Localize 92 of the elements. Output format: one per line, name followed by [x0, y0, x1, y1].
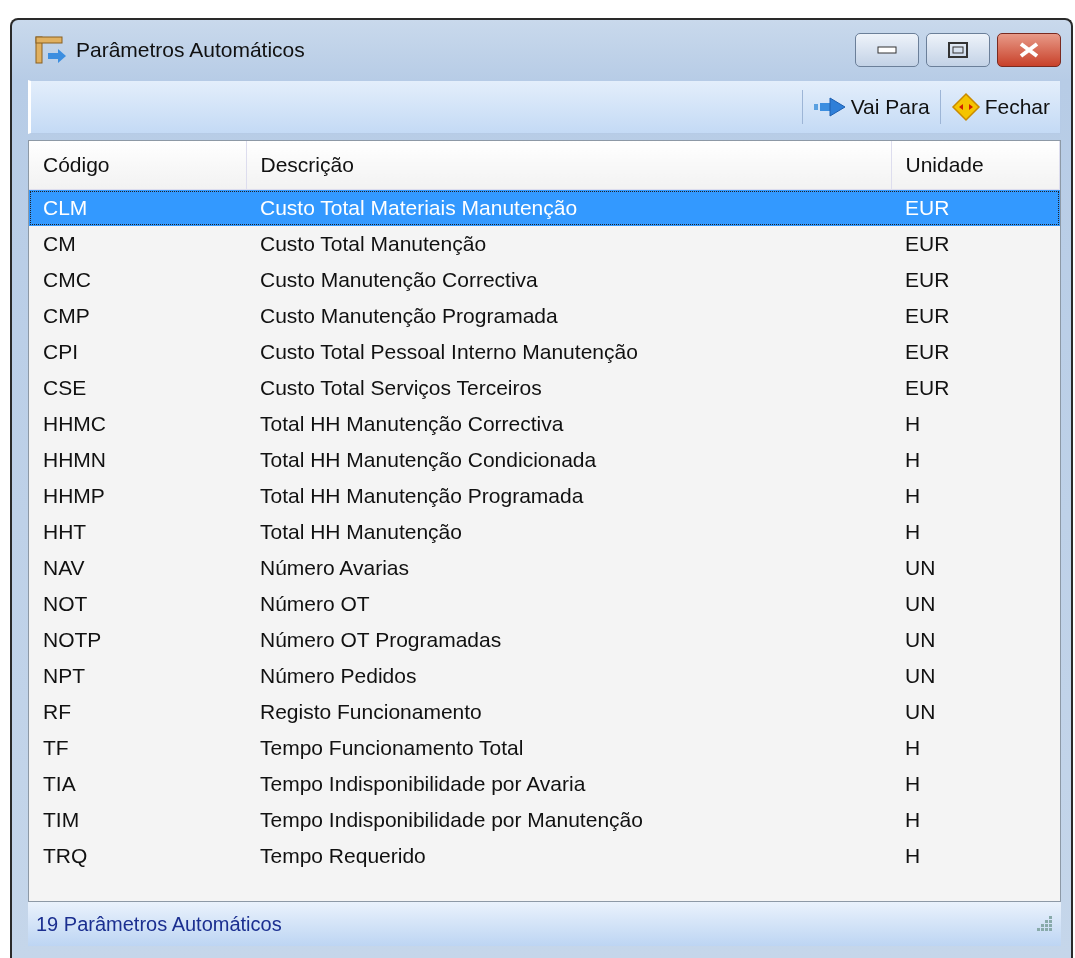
table-cell-text: Número OT Programadas — [259, 627, 503, 653]
window-title: Parâmetros Automáticos — [76, 38, 306, 62]
table-cell-text: Tempo Funcionamento Total — [259, 735, 525, 761]
minimize-button[interactable] — [855, 33, 919, 67]
table-cell-text: EUR — [904, 303, 951, 329]
close-icon — [1018, 42, 1040, 58]
table-cell-text: UN — [904, 591, 937, 617]
table-cell-text: Custo Total Pessoal Interno Manutenção — [259, 339, 639, 365]
table-cell-text: UN — [904, 663, 937, 689]
table-cell: Custo Total Materiais Manutenção — [246, 189, 891, 226]
table-cell-text: TF — [42, 735, 70, 761]
table-row[interactable]: HHT Total HH Manutenção H — [29, 514, 1060, 550]
table-row[interactable]: CPI Custo Total Pessoal Interno Manutenção EUR — [29, 334, 1060, 370]
table-row[interactable]: TIM Tempo Indisponibilidade por Manutenção H — [29, 802, 1060, 838]
table-cell-text: HHT — [42, 519, 88, 545]
table-cell-text: TIA — [42, 771, 77, 797]
table-cell-text: CPI — [42, 339, 79, 365]
table-row[interactable]: TRQ Tempo Requerido H — [29, 838, 1060, 874]
table-cell: EUR — [891, 189, 1060, 226]
table-cell-text: NOTP — [42, 627, 103, 653]
table-cell-text: UN — [904, 555, 937, 581]
table-row[interactable]: TF Tempo Funcionamento Total H — [29, 730, 1060, 766]
resize-grip-icon — [1037, 916, 1053, 932]
table-row[interactable]: NPT Número Pedidos UN — [29, 658, 1060, 694]
minimize-icon — [877, 46, 897, 54]
table-cell-text: CSE — [42, 375, 88, 401]
app-icon — [34, 35, 68, 65]
table-cell-text: EUR — [904, 267, 951, 293]
table-cell: EUR — [891, 226, 1060, 262]
table-cell-text: Tempo Indisponibilidade por Manutenção — [259, 807, 644, 833]
table-cell-text: H — [904, 411, 922, 437]
column-header[interactable]: Código — [29, 141, 246, 190]
status-text: 19 Parâmetros Automáticos — [36, 912, 282, 936]
table-row[interactable]: NOTP Número OT Programadas UN — [29, 622, 1060, 658]
diamond-icon — [950, 92, 981, 122]
table-cell-text: TRQ — [42, 843, 89, 869]
table-cell-text: UN — [904, 699, 937, 725]
table-cell-text: HHMP — [42, 483, 106, 509]
table-cell-text: Custo Manutenção Correctiva — [259, 267, 539, 293]
table-cell-text: Registo Funcionamento — [259, 699, 483, 725]
table-cell-text: H — [904, 735, 922, 761]
table-cell-text: Número OT — [259, 591, 371, 617]
maximize-button[interactable] — [926, 33, 990, 67]
table-cell-text: HHMC — [42, 411, 107, 437]
table-row[interactable]: CSE Custo Total Serviços Terceiros EUR — [29, 370, 1060, 406]
table-cell-text: H — [904, 483, 922, 509]
table-cell-text: Total HH Manutenção Programada — [259, 483, 585, 509]
table-cell: Custo Total Manutenção — [246, 226, 891, 262]
table-cell-text: Total HH Manutenção Correctiva — [259, 411, 565, 437]
close-button[interactable] — [997, 33, 1061, 67]
table-row[interactable]: CMC Custo Manutenção Correctiva EUR — [29, 262, 1060, 298]
table-cell-text: RF — [42, 699, 72, 725]
table-cell: CLM — [29, 189, 246, 226]
table-cell-text: Número Avarias — [259, 555, 410, 581]
table-cell-text: Total HH Manutenção — [259, 519, 463, 545]
table-cell-text: H — [904, 771, 922, 797]
table-cell-text: H — [904, 807, 922, 833]
table-cell-text: Custo Manutenção Programada — [259, 303, 559, 329]
table-cell-text: H — [904, 519, 922, 545]
table-row[interactable]: NOT Número OT UN — [29, 586, 1060, 622]
table-cell-text: Total HH Manutenção Condicionada — [259, 447, 598, 473]
table-cell-text: EUR — [904, 375, 951, 401]
column-header[interactable]: Unidade — [891, 141, 1060, 190]
close-button[interactable]: Fechar — [946, 90, 1054, 124]
table-row[interactable]: CM Custo Total Manutenção EUR — [29, 226, 1060, 262]
table-cell-text: EUR — [904, 339, 951, 365]
table-cell-text: NAV — [42, 555, 86, 581]
table-row[interactable]: NAV Número Avarias UN — [29, 550, 1060, 586]
table-row[interactable]: HHMC Total HH Manutenção Correctiva H — [29, 406, 1060, 442]
table-cell-text: TIM — [42, 807, 81, 833]
table-row[interactable]: CMP Custo Manutenção Programada EUR — [29, 298, 1060, 334]
table-cell: CM — [29, 226, 246, 262]
table-row[interactable]: HHMP Total HH Manutenção Programada H — [29, 478, 1060, 514]
maximize-icon — [948, 42, 968, 58]
table-row[interactable]: RF Registo Funcionamento UN — [29, 694, 1060, 730]
table-cell-text: NPT — [42, 663, 86, 689]
table-cell-text: UN — [904, 627, 937, 653]
table-cell-text: Custo Total Serviços Terceiros — [259, 375, 543, 401]
table-cell-text: CMP — [42, 303, 91, 329]
table-cell-text: H — [904, 843, 922, 869]
table-cell-text: Número Pedidos — [259, 663, 418, 689]
column-header[interactable]: Descrição — [246, 141, 891, 190]
table-cell-text: H — [904, 447, 922, 473]
table-row[interactable]: TIA Tempo Indisponibilidade por Avaria H — [29, 766, 1060, 802]
table-cell-text: Tempo Indisponibilidade por Avaria — [259, 771, 587, 797]
table-cell-text: CMC — [42, 267, 92, 293]
table-cell-text: NOT — [42, 591, 89, 617]
arrow-icon — [812, 96, 847, 118]
table-cell-text: Tempo Requerido — [259, 843, 427, 869]
table-row[interactable]: HHMN Total HH Manutenção Condicionada H — [29, 442, 1060, 478]
table-cell-text: HHMN — [42, 447, 107, 473]
go-to-button[interactable]: Vai Para — [808, 93, 934, 121]
